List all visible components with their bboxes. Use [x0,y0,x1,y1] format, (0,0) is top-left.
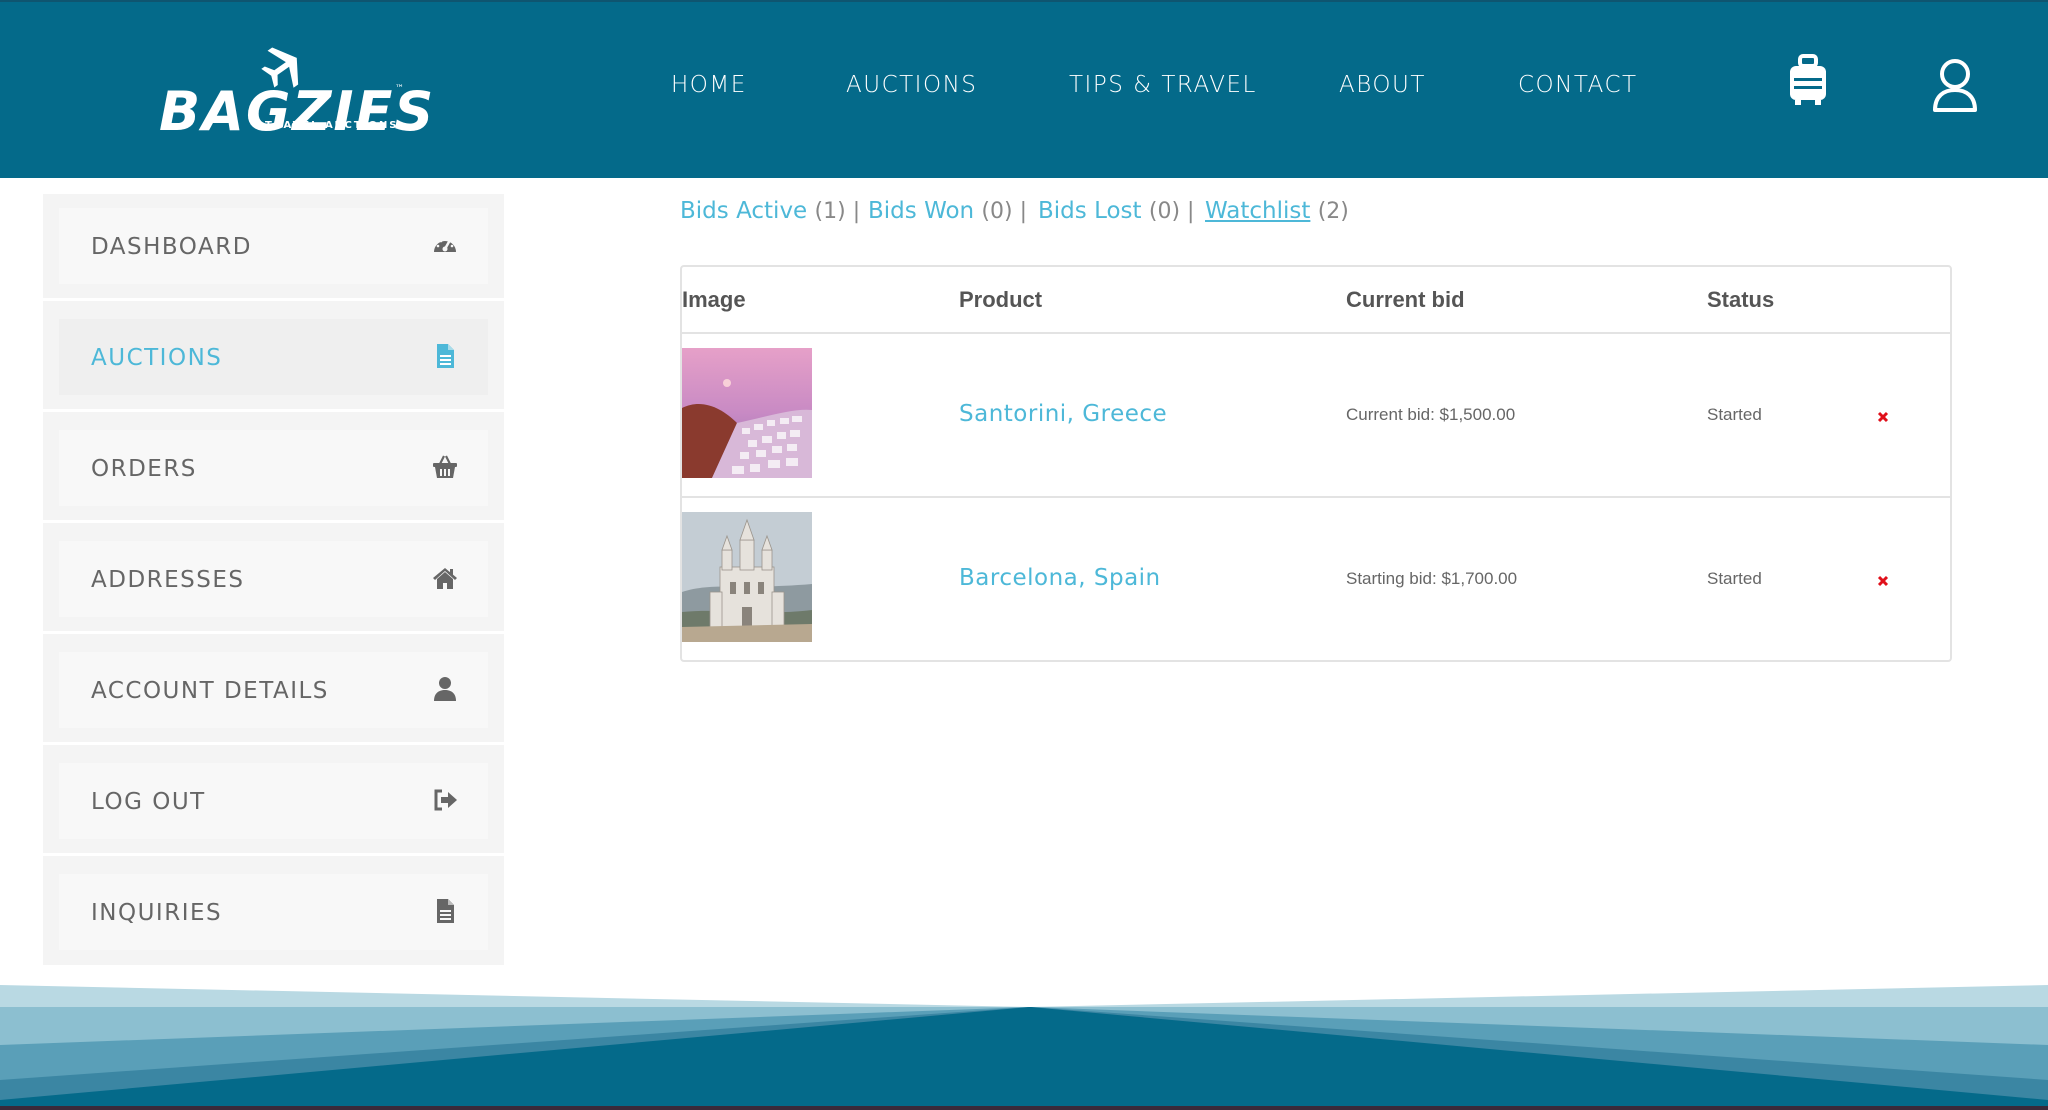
tab-label: Bids Won [868,198,975,224]
footer-wave-decoration [0,985,2048,1110]
sidebar-item-label: INQUIRIES [91,900,223,926]
sidebar-divider [43,520,504,523]
column-header-product: Product [959,287,1043,312]
tab-label: Watchlist [1205,198,1311,224]
sidebar-divider [43,742,504,745]
current-bid-value: Current bid: $1,500.00 [1346,405,1516,424]
luggage-icon[interactable] [1788,54,1828,106]
brand-name: BAGZIES [159,80,436,143]
sidebar-item-dashboard[interactable]: DASHBOARD [59,208,488,284]
sidebar-item-auctions[interactable]: AUCTIONS [59,319,488,395]
sidebar-item-log-out[interactable]: LOG OUT [59,763,488,839]
sidebar-divider [43,409,504,412]
row-divider [682,496,1950,498]
starting-bid-value: Starting bid: $1,700.00 [1346,569,1518,588]
nav-contact[interactable]: CONTACT [1518,72,1638,98]
sidebar-item-label: ACCOUNT DETAILS [91,678,329,704]
tab-bids-lost[interactable]: Bids Lost (0) | [1038,198,1194,224]
tab-bids-active[interactable]: Bids Active (1) | [680,198,860,224]
sidebar-item-account-details[interactable]: ACCOUNT DETAILS [59,652,488,728]
sidebar-item-orders[interactable]: ORDERS [59,430,488,506]
tab-count: (0) | [981,199,1027,224]
sidebar-item-label: ADDRESSES [91,567,245,593]
tab-count: (1) | [814,199,861,224]
basket-icon [433,455,457,478]
sidebar-item-inquiries[interactable]: INQUIRIES [59,874,488,950]
sidebar-divider [43,853,504,856]
column-header-status: Status [1707,287,1775,312]
column-header-image: Image [682,287,746,312]
sidebar-item-label: LOG OUT [91,789,206,815]
account-sidebar: DASHBOARD AUCTIONS ORDERS ADDRESSES ACCO… [43,194,504,965]
site-header: BAGZIES ™ TRAVEL AUCTIONS HOME AUCTIONS … [0,0,2048,178]
tab-bids-won[interactable]: Bids Won (0) | [868,198,1027,224]
product-link-barcelona[interactable]: Barcelona, Spain [959,565,1161,591]
nav-home[interactable]: HOME [671,72,747,98]
nav-tips-travel[interactable]: TIPS & TRAVEL [1069,72,1257,98]
brand-logo[interactable]: BAGZIES ™ TRAVEL AUCTIONS [155,42,433,152]
dashboard-gauge-icon [434,237,456,252]
column-header-current-bid: Current bid [1346,287,1465,312]
status-value: Started [1707,569,1762,588]
brand-trademark: ™ [395,84,404,94]
watchlist-table: Image Product Current bid Status Santori… [680,265,1952,662]
sidebar-divider [43,298,504,301]
tab-watchlist[interactable]: Watchlist (2) [1205,198,1349,224]
brand-tagline: TRAVEL AUCTIONS [265,120,399,131]
remove-icon[interactable] [1876,574,1890,588]
sidebar-item-label: AUCTIONS [91,345,223,371]
santorini-thumbnail[interactable] [682,348,812,478]
status-value: Started [1707,405,1762,424]
row-divider [682,332,1950,334]
document-icon [437,344,454,368]
tab-count: (2) [1317,199,1349,224]
nav-auctions[interactable]: AUCTIONS [846,72,977,98]
user-account-icon[interactable] [1932,58,1978,112]
nav-about[interactable]: ABOUT [1339,72,1426,98]
tab-count: (0) | [1148,199,1195,224]
sidebar-item-label: DASHBOARD [91,234,252,260]
remove-icon[interactable] [1876,410,1890,424]
tab-label: Bids Active [680,198,808,224]
sign-out-icon [434,789,457,811]
home-icon [433,568,457,589]
user-icon [434,677,456,701]
barcelona-thumbnail[interactable] [682,512,812,642]
file-icon [437,899,454,923]
product-link-santorini[interactable]: Santorini, Greece [959,401,1167,427]
sidebar-item-addresses[interactable]: ADDRESSES [59,541,488,617]
sidebar-divider [43,631,504,634]
tab-label: Bids Lost [1038,198,1142,224]
sidebar-item-label: ORDERS [91,456,197,482]
